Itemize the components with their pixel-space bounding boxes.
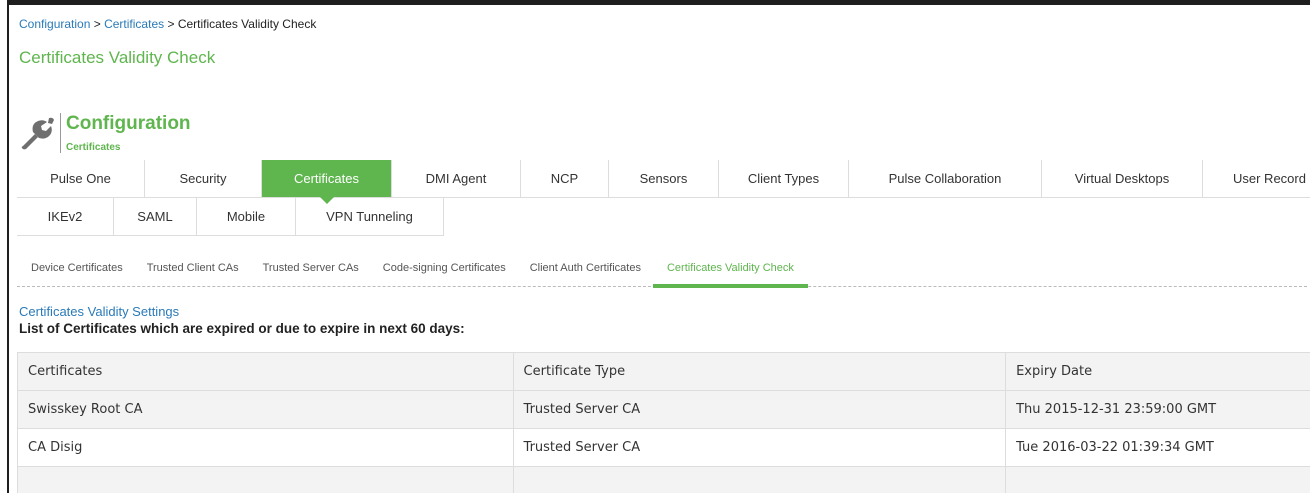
tab-ikev2[interactable]: IKEv2 [17, 198, 114, 236]
cell-expiry-date [1005, 466, 1310, 493]
certificates-validity-settings-link[interactable]: Certificates Validity Settings [19, 304, 179, 319]
subtab-client-auth-certificates[interactable]: Client Auth Certificates [518, 249, 653, 287]
tab-mobile[interactable]: Mobile [197, 198, 296, 236]
breadcrumb-separator: > [167, 17, 175, 31]
subtab-certificates-validity-check[interactable]: Certificates Validity Check [652, 249, 808, 288]
tab-certificates[interactable]: Certificates [262, 160, 392, 204]
section-title: Configuration [66, 113, 191, 134]
tab-virtual-desktops[interactable]: Virtual Desktops [1042, 160, 1203, 198]
page-title: Certificates Validity Check [19, 48, 216, 67]
tab-security[interactable]: Security [145, 160, 262, 198]
cell-certificate-type: Trusted Server CA [512, 390, 1007, 429]
section-subtitle: Certificates [66, 142, 121, 153]
table-row [17, 466, 1310, 493]
cell-certificate-type [512, 466, 1007, 493]
tab-sensors[interactable]: Sensors [609, 160, 719, 198]
list-title: List of Certificates which are expired o… [19, 321, 465, 336]
tab-client-types[interactable]: Client Types [719, 160, 849, 198]
main-tabs-row-1: Pulse One Security Certificates DMI Agen… [17, 160, 1310, 204]
subtab-trusted-server-cas[interactable]: Trusted Server CAs [251, 249, 371, 287]
app-frame: Configuration > Certificates > Certifica… [7, 0, 1310, 493]
tab-saml[interactable]: SAML [114, 198, 197, 236]
cell-expiry-date: Thu 2015-12-31 23:59:00 GMT [1005, 390, 1310, 429]
certificates-table: Certificates Certificate Type Expiry Dat… [17, 352, 1310, 493]
cell-certificate-type: Trusted Server CA [512, 428, 1007, 467]
tab-user-record[interactable]: User Record S [1203, 160, 1310, 198]
tab-pulse-collaboration[interactable]: Pulse Collaboration [849, 160, 1042, 198]
cell-expiry-date: Tue 2016-03-22 01:39:34 GMT [1005, 428, 1310, 467]
wrench-icon [21, 117, 54, 150]
subtab-trusted-client-cas[interactable]: Trusted Client CAs [135, 249, 251, 287]
tab-ncp[interactable]: NCP [521, 160, 609, 198]
table-row[interactable]: Swisskey Root CA Trusted Server CA Thu 2… [17, 390, 1310, 429]
breadcrumb-separator: > [93, 17, 101, 31]
column-header-certificates[interactable]: Certificates [17, 352, 514, 391]
section-divider [60, 113, 61, 153]
main-tabs-row-2: IKEv2 SAML Mobile VPN Tunneling [17, 198, 444, 236]
breadcrumb-certificates-link[interactable]: Certificates [104, 17, 164, 31]
breadcrumb: Configuration > Certificates > Certifica… [19, 17, 316, 31]
breadcrumb-current: Certificates Validity Check [177, 17, 317, 31]
tab-pulse-one[interactable]: Pulse One [17, 160, 145, 198]
tab-dmi-agent[interactable]: DMI Agent [392, 160, 521, 198]
column-header-certificate-type[interactable]: Certificate Type [512, 352, 1007, 391]
column-header-expiry-date[interactable]: Expiry Date [1005, 352, 1310, 391]
table-row[interactable]: CA Disig Trusted Server CA Tue 2016-03-2… [17, 428, 1310, 467]
cell-certificate-name: Swisskey Root CA [17, 390, 514, 429]
table-header-row: Certificates Certificate Type Expiry Dat… [17, 352, 1310, 391]
tab-vpn-tunneling[interactable]: VPN Tunneling [296, 198, 444, 236]
subtab-bar: Device Certificates Trusted Client CAs T… [17, 249, 1307, 288]
breadcrumb-configuration-link[interactable]: Configuration [19, 17, 90, 31]
subtab-code-signing-certificates[interactable]: Code-signing Certificates [371, 249, 518, 287]
cell-certificate-name [17, 466, 514, 493]
cell-certificate-name: CA Disig [17, 428, 514, 467]
subtab-device-certificates[interactable]: Device Certificates [17, 249, 135, 287]
